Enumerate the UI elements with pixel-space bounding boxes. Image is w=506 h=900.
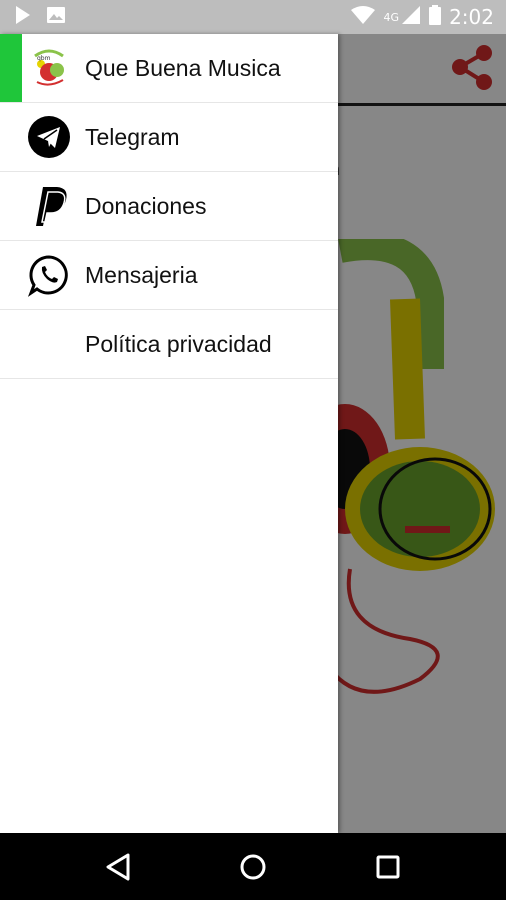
battery-icon (429, 4, 442, 30)
home-button[interactable] (233, 847, 273, 887)
drawer-item-que-buena-musica[interactable]: qbm Que Buena Musica (0, 34, 338, 103)
drawer-item-telegram[interactable]: Telegram (0, 103, 338, 172)
signal-icon (401, 5, 421, 30)
back-button[interactable] (98, 847, 138, 887)
svg-text:qbm: qbm (37, 55, 51, 62)
recents-icon (376, 855, 400, 878)
app-logo-icon: qbm (27, 46, 71, 90)
drawer-item-label: Que Buena Musica (85, 54, 281, 81)
network-type-label: 4G (383, 10, 400, 24)
telegram-icon (27, 115, 71, 159)
wifi-icon (350, 5, 376, 30)
recents-button[interactable] (368, 847, 408, 887)
home-icon (240, 854, 266, 879)
play-icon (14, 5, 32, 30)
drawer-item-donaciones[interactable]: Donaciones (0, 172, 338, 241)
status-time: 2:02 (449, 5, 494, 29)
drawer-item-mensajeria[interactable]: Mensajeria (0, 241, 338, 310)
back-icon (106, 853, 130, 880)
system-navigation-bar (0, 833, 506, 900)
drawer-item-politica-privacidad[interactable]: Política privacidad (0, 310, 338, 379)
whatsapp-icon (27, 253, 71, 297)
drawer-item-label: Mensajeria (85, 261, 198, 288)
active-indicator (0, 34, 22, 102)
drawer-item-label: Telegram (85, 123, 180, 150)
paypal-icon (27, 184, 71, 228)
drawer-item-label: Política privacidad (85, 330, 272, 357)
image-icon (46, 6, 66, 29)
status-bar: 4G 2:02 (0, 0, 506, 34)
drawer-item-label: Donaciones (85, 192, 207, 219)
navigation-drawer: qbm Que Buena Musica Telegram Donaciones (0, 34, 338, 833)
